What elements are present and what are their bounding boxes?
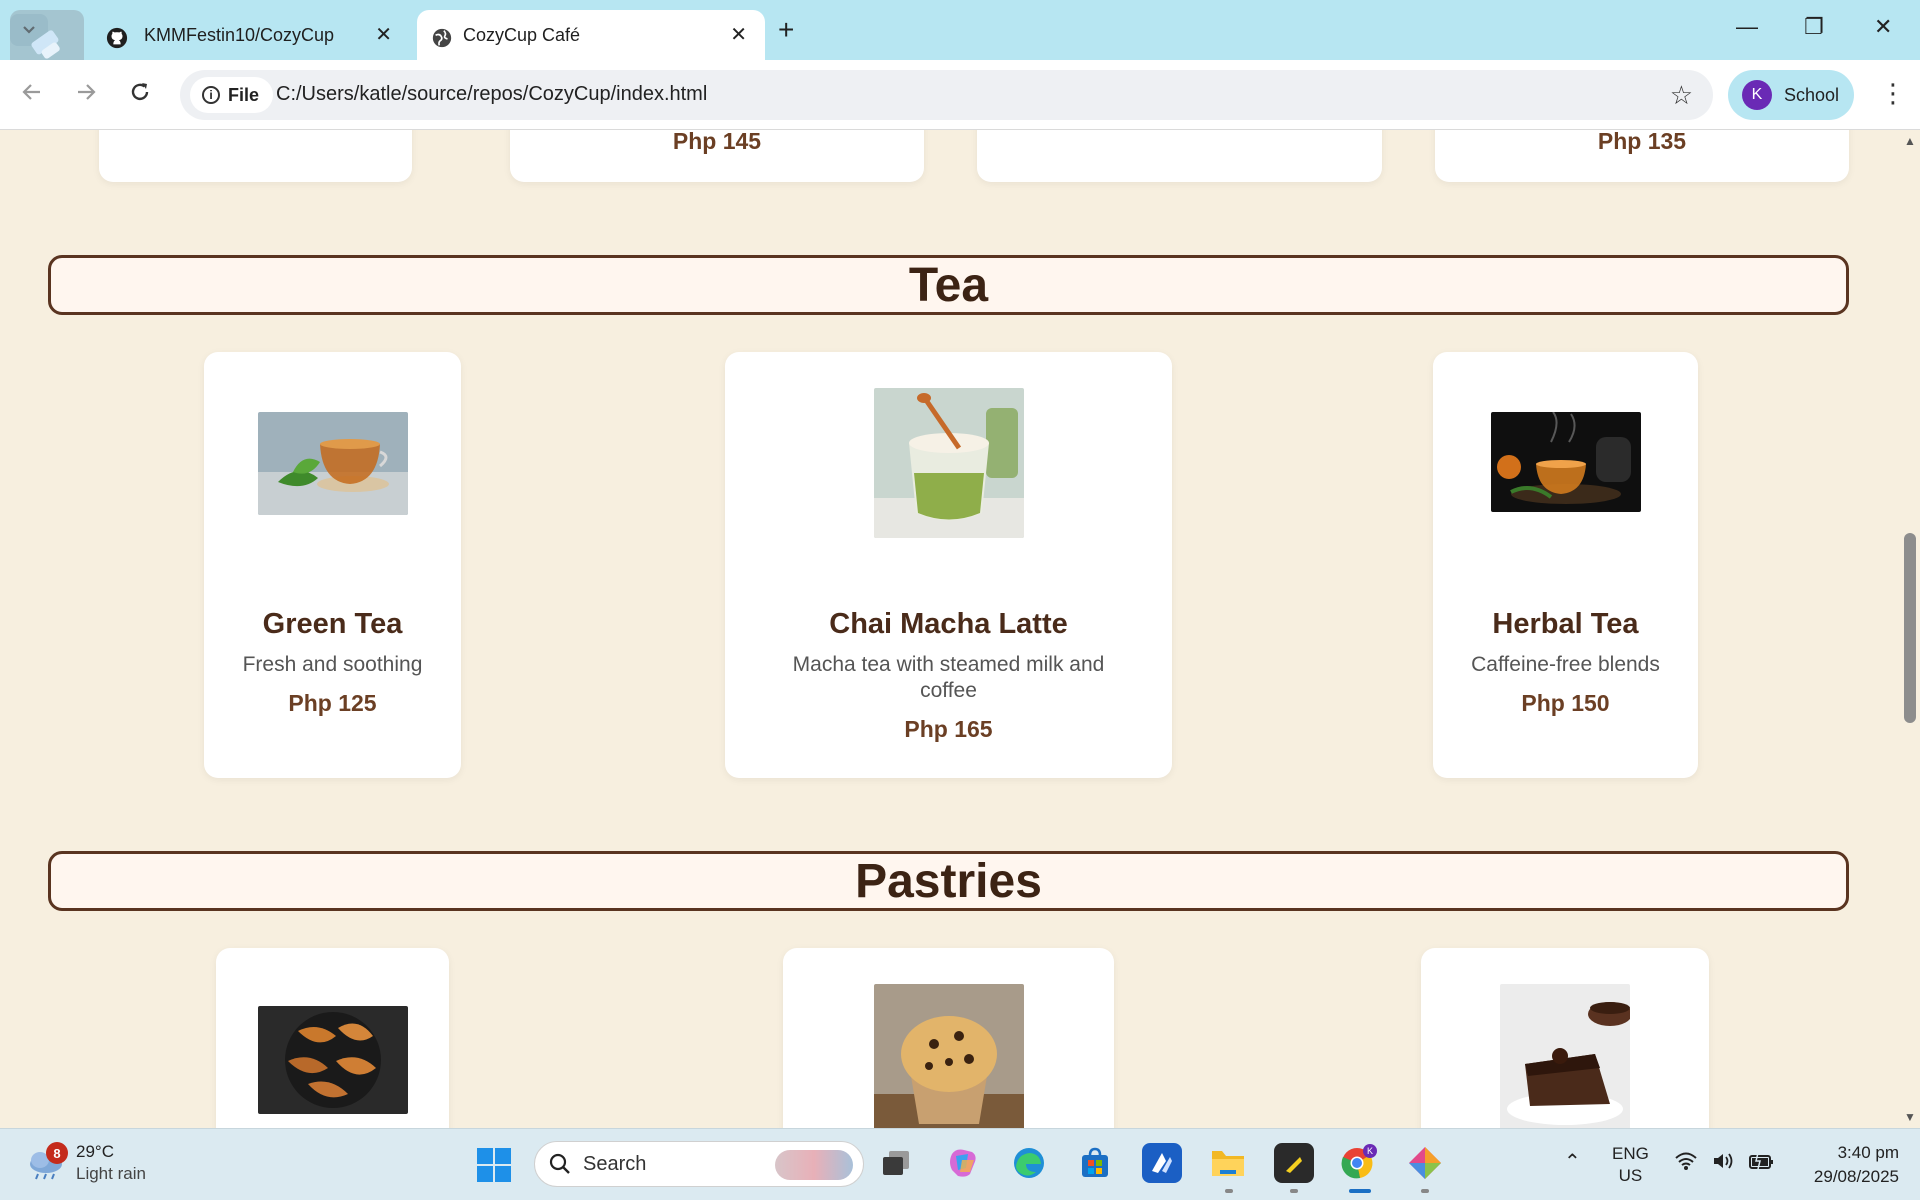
item-price: Php 135 <box>1597 130 1687 154</box>
tab-cozycup[interactable]: CozyCup Café ✕ <box>417 10 765 60</box>
item-description: Macha tea with steamed milk and coffee <box>792 653 1105 702</box>
search-highlight-image <box>775 1150 853 1180</box>
search-icon <box>549 1153 570 1174</box>
new-tab-button[interactable]: + <box>778 16 794 44</box>
herbal-tea-image <box>1490 412 1641 512</box>
tab-title: CozyCup Café <box>463 24 581 45</box>
active-indicator <box>1349 1189 1371 1193</box>
forward-button[interactable] <box>74 80 98 108</box>
close-icon[interactable]: ✕ <box>375 25 392 45</box>
item-description: Caffeine-free blends <box>1471 653 1660 676</box>
weather-temp: 29°C <box>76 1142 114 1161</box>
file-chip-label: File <box>228 84 260 105</box>
taskbar: 8 29°C Light rain Search K ⌃ ENG US 3:40… <box>0 1128 1920 1200</box>
menu-card[interactable] <box>977 130 1382 182</box>
github-icon <box>106 27 128 49</box>
avatar: K <box>1742 80 1772 110</box>
menu-card-herbal-tea[interactable]: Herbal Tea Caffeine-free blends Php 150 <box>1433 352 1698 778</box>
tab-strip: KMMFestin10/CozyCup ✕ CozyCup Café ✕ + —… <box>0 0 1920 84</box>
reload-button[interactable] <box>128 80 152 108</box>
visual-studio-icon[interactable] <box>1142 1143 1182 1183</box>
close-icon[interactable]: ✕ <box>730 25 747 45</box>
system-clock[interactable]: 3:40 pm 29/08/2025 <box>1795 1141 1899 1189</box>
profile-label: School <box>1784 84 1840 105</box>
weather-badge: 8 <box>46 1142 68 1164</box>
clock-date: 29/08/2025 <box>1813 1167 1899 1186</box>
macha-latte-image <box>873 388 1024 538</box>
section-heading-tea: Tea <box>48 255 1849 315</box>
green-tea-image <box>257 412 408 515</box>
wifi-icon[interactable] <box>1674 1151 1698 1177</box>
croissant-image <box>257 1006 408 1114</box>
svg-text:K: K <box>1367 1146 1373 1156</box>
address-bar[interactable]: i File C:/Users/katle/source/repos/CozyC… <box>180 70 1713 120</box>
copilot-icon[interactable] <box>943 1143 983 1183</box>
info-icon: i <box>202 86 220 104</box>
muffin-image <box>873 984 1024 1128</box>
running-indicator <box>1290 1189 1298 1193</box>
globe-icon <box>432 28 452 48</box>
item-name: Green Tea <box>262 608 403 640</box>
running-indicator <box>1225 1189 1233 1193</box>
menu-kebab-icon[interactable]: ⋮ <box>1880 80 1906 106</box>
minimize-button[interactable]: — <box>1736 14 1758 40</box>
browser-toolbar: i File C:/Users/katle/source/repos/CozyC… <box>0 60 1920 130</box>
page-scrollbar[interactable]: ▲ ▼ <box>1900 130 1920 1128</box>
task-view-icon[interactable] <box>876 1143 916 1183</box>
microsoft-store-icon[interactable] <box>1075 1143 1115 1183</box>
language-label: ENG <box>1612 1144 1649 1163</box>
item-price: Php 165 <box>904 716 993 742</box>
file-explorer-icon[interactable] <box>1208 1143 1248 1183</box>
arrow-left-icon <box>22 84 40 100</box>
volume-icon[interactable] <box>1712 1151 1736 1177</box>
clock-time: 3:40 pm <box>1837 1143 1899 1162</box>
section-heading-pastries: Pastries <box>48 851 1849 911</box>
weather-condition: Light rain <box>76 1164 146 1183</box>
item-name: Herbal Tea <box>1492 608 1639 640</box>
close-window-button[interactable]: ✕ <box>1874 14 1892 40</box>
item-description: Fresh and soothing <box>242 653 423 676</box>
profile-button[interactable]: K School <box>1728 70 1854 120</box>
chrome-icon[interactable]: K <box>1339 1143 1379 1183</box>
site-info-chip[interactable]: i File <box>190 77 274 113</box>
region-label: US <box>1618 1166 1643 1185</box>
menu-card-chocolate-cake[interactable] <box>1421 948 1709 1128</box>
search-placeholder: Search <box>583 1152 647 1175</box>
item-price: Php 150 <box>1521 690 1610 716</box>
tab-title: KMMFestin10/CozyCup <box>144 24 335 45</box>
reload-icon <box>131 83 149 101</box>
restore-button[interactable]: ❐ <box>1804 14 1824 40</box>
menu-card[interactable]: Php 135 <box>1435 130 1849 182</box>
battery-icon[interactable] <box>1748 1151 1774 1177</box>
page-viewport: Php 145 Php 135 Tea Green Tea Fresh and … <box>0 130 1900 1128</box>
gemini-app-icon[interactable] <box>1405 1143 1445 1183</box>
bookmark-star-icon[interactable]: ☆ <box>1670 80 1693 111</box>
windows-start-icon[interactable] <box>476 1147 512 1188</box>
item-price: Php 125 <box>288 690 377 716</box>
language-indicator[interactable]: ENG US <box>1612 1143 1649 1187</box>
show-hidden-icons[interactable]: ⌃ <box>1564 1151 1581 1173</box>
weather-widget[interactable]: 8 29°C Light rain <box>26 1141 146 1185</box>
edge-icon[interactable] <box>1009 1143 1049 1183</box>
menu-card[interactable]: Php 145 <box>510 130 924 182</box>
chocolate-cake-image <box>1500 984 1630 1128</box>
tab-github[interactable]: KMMFestin10/CozyCup ✕ <box>70 10 410 60</box>
running-indicator <box>1421 1189 1429 1193</box>
url-text[interactable]: C:/Users/katle/source/repos/CozyCup/inde… <box>276 83 707 106</box>
back-button[interactable] <box>20 80 44 108</box>
menu-card-muffin[interactable] <box>783 948 1114 1128</box>
arrow-right-icon <box>78 84 96 100</box>
menu-card-croissants[interactable] <box>216 948 449 1128</box>
taskbar-search[interactable]: Search <box>534 1141 864 1187</box>
item-name: Chai Macha Latte <box>829 608 1068 640</box>
menu-card-chai-macha-latte[interactable]: Chai Macha Latte Macha tea with steamed … <box>725 352 1172 778</box>
rain-cloud-icon: 8 <box>26 1142 68 1180</box>
scroll-up-icon[interactable]: ▲ <box>1904 134 1916 148</box>
scroll-thumb[interactable] <box>1904 533 1916 723</box>
menu-card-green-tea[interactable]: Green Tea Fresh and soothing Php 125 <box>204 352 461 778</box>
item-price: Php 145 <box>672 130 762 154</box>
scroll-down-icon[interactable]: ▼ <box>1904 1110 1916 1124</box>
sticky-notes-icon[interactable] <box>1274 1143 1314 1183</box>
menu-card[interactable] <box>99 130 412 182</box>
